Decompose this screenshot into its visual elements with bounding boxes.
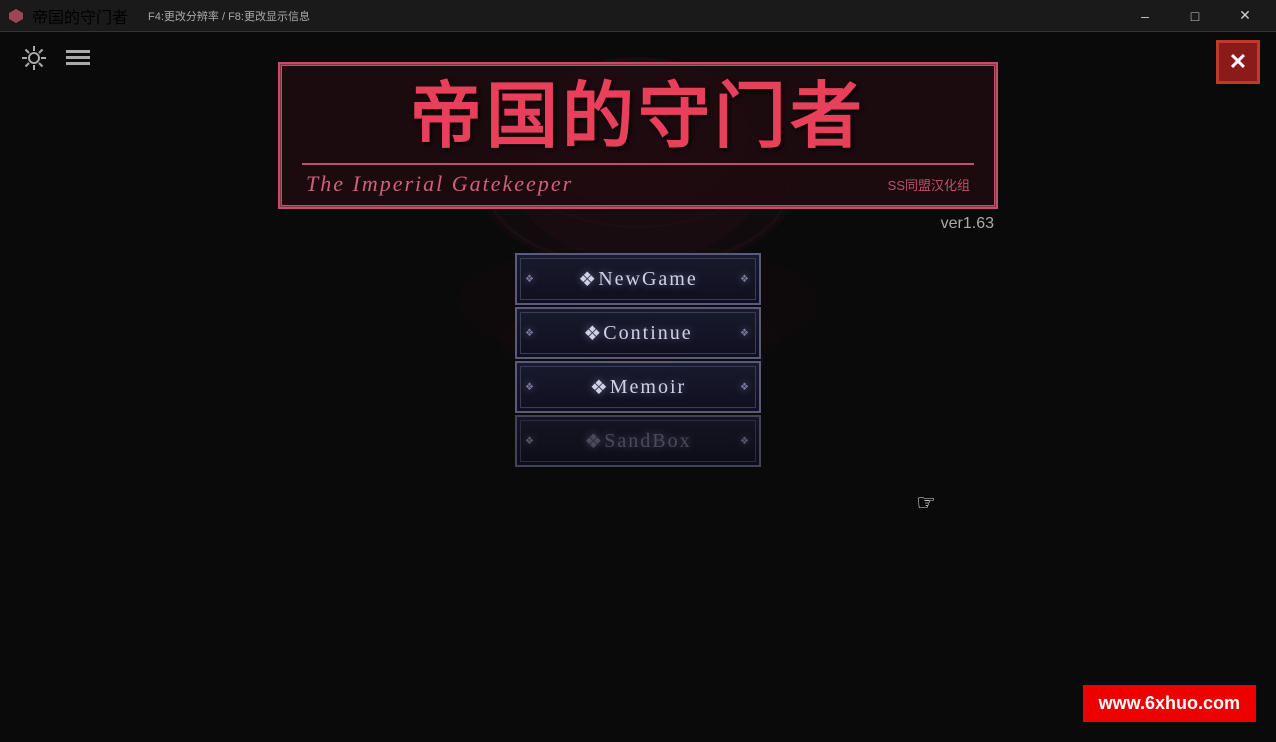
english-title-row: The Imperial Gatekeeper SS同盟汉化组 bbox=[302, 171, 974, 197]
watermark-text: www.6xhuo.com bbox=[1099, 693, 1240, 713]
app-icon bbox=[8, 8, 24, 24]
window-controls: – □ ✕ bbox=[1122, 0, 1268, 32]
maximize-button[interactable]: □ bbox=[1172, 0, 1218, 32]
window-close-button[interactable]: ✕ bbox=[1222, 0, 1268, 32]
corner-left-deco-2: ❖ bbox=[583, 321, 603, 346]
close-x-button[interactable]: ✕ bbox=[1216, 40, 1260, 84]
logo-divider bbox=[302, 163, 974, 165]
close-x-icon: ✕ bbox=[1229, 51, 1247, 73]
memoir-label: Memoir bbox=[610, 376, 686, 399]
sandbox-button[interactable]: ❖ SandBox ❖ bbox=[515, 415, 761, 467]
sandbox-label: SandBox bbox=[604, 430, 691, 453]
main-content: 帝国的守门者 The Imperial Gatekeeper SS同盟汉化组 v… bbox=[0, 32, 1276, 742]
new-game-button[interactable]: ❖ NewGame ❖ bbox=[515, 253, 761, 305]
corner-left-deco-4: ❖ bbox=[584, 429, 604, 454]
corner-left-deco-3: ❖ bbox=[590, 375, 610, 400]
continue-button[interactable]: ❖ Continue ❖ bbox=[515, 307, 761, 359]
logo-box: 帝国的守门者 The Imperial Gatekeeper SS同盟汉化组 bbox=[278, 62, 998, 209]
title-hint: F4:更改分辨率 / F8:更改显示信息 bbox=[148, 8, 310, 24]
logo-container: 帝国的守门者 The Imperial Gatekeeper SS同盟汉化组 v… bbox=[278, 62, 998, 233]
title-left: 帝国的守门者 F4:更改分辨率 / F8:更改显示信息 bbox=[8, 4, 310, 28]
continue-label: Continue bbox=[603, 322, 692, 345]
app-title: 帝国的守门者 bbox=[32, 4, 128, 28]
version-text: ver1.63 bbox=[278, 215, 998, 233]
watermark: www.6xhuo.com bbox=[1083, 685, 1256, 722]
corner-right-deco-3: ❖ bbox=[740, 382, 751, 393]
corner-right-deco-4: ❖ bbox=[740, 436, 751, 447]
cursor-indicator: ☞ bbox=[916, 490, 936, 516]
toolbar bbox=[16, 40, 96, 76]
title-bar: 帝国的守门者 F4:更改分辨率 / F8:更改显示信息 – □ ✕ bbox=[0, 0, 1276, 32]
chinese-title: 帝国的守门者 bbox=[302, 78, 974, 157]
corner-left-deco: ❖ bbox=[578, 267, 598, 292]
english-title: The Imperial Gatekeeper bbox=[306, 171, 573, 197]
memoir-button[interactable]: ❖ Memoir ❖ bbox=[515, 361, 761, 413]
corner-right-deco: ❖ bbox=[740, 274, 751, 285]
corner-right-deco-2: ❖ bbox=[740, 328, 751, 339]
settings-icon[interactable] bbox=[16, 40, 52, 76]
menu-buttons: ❖ NewGame ❖ ❖ Continue ❖ ❖ Memoir ❖ ❖ Sa… bbox=[515, 253, 761, 467]
new-game-label: NewGame bbox=[598, 268, 698, 291]
translator-tag: SS同盟汉化组 bbox=[888, 175, 970, 194]
menu-list-icon[interactable] bbox=[60, 40, 96, 76]
minimize-button[interactable]: – bbox=[1122, 0, 1168, 32]
